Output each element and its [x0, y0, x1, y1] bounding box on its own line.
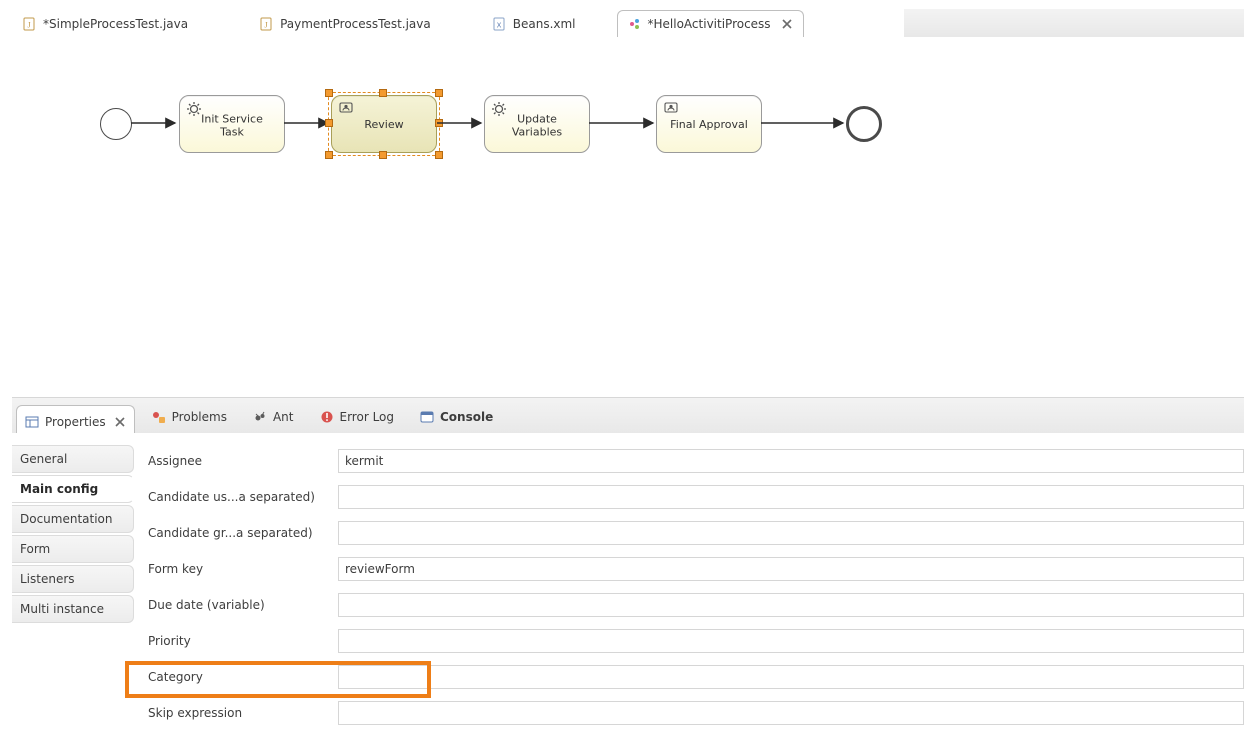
form-row-category: Category [148, 659, 1244, 695]
selection-handle[interactable] [379, 151, 387, 159]
view-tab-console[interactable]: Console [411, 403, 502, 430]
form-row-candidate-users: Candidate us...a separated) [148, 479, 1244, 515]
close-icon[interactable] [114, 416, 126, 428]
side-tab-main-config[interactable]: Main config [12, 475, 134, 503]
selection-handle[interactable] [435, 151, 443, 159]
field-label: Candidate us...a separated) [148, 490, 338, 504]
side-tab-documentation[interactable]: Documentation [12, 505, 134, 533]
side-tab-label: Documentation [20, 512, 113, 526]
user-icon [663, 101, 679, 117]
svg-text:J: J [27, 21, 30, 30]
candidate-groups-input[interactable] [338, 521, 1244, 545]
field-label: Skip expression [148, 706, 338, 720]
selection-handle[interactable] [325, 151, 333, 159]
view-tab-label: Ant [273, 410, 294, 424]
java-file-icon: J [23, 17, 37, 31]
view-tab-errorlog[interactable]: Error Log [311, 403, 404, 430]
view-tab-ant[interactable]: Ant [244, 403, 303, 430]
form-key-input[interactable] [338, 557, 1244, 581]
selection-handle[interactable] [325, 89, 333, 97]
svg-text:X: X [496, 22, 501, 30]
editor-tab-simpleprocesstest[interactable]: J *SimpleProcessTest.java [12, 10, 199, 37]
problems-icon [152, 410, 166, 424]
field-label: Priority [148, 634, 338, 648]
field-label: Form key [148, 562, 338, 576]
field-label: Category [148, 670, 338, 684]
form-row-skip-expression: Skip expression [148, 695, 1244, 731]
editor-tab-label: PaymentProcessTest.java [280, 17, 431, 31]
sequence-flow[interactable] [589, 117, 661, 131]
task-label: Update Variables [485, 112, 589, 138]
task-review[interactable]: Review [331, 95, 437, 153]
errorlog-icon [320, 410, 334, 424]
field-label: Assignee [148, 454, 338, 468]
side-tab-multi-instance[interactable]: Multi instance [12, 595, 134, 623]
candidate-users-input[interactable] [338, 485, 1244, 509]
side-tab-label: Multi instance [20, 602, 104, 616]
editor-tab-helloactiviti[interactable]: *HelloActivitiProcess [617, 10, 804, 37]
svg-text:J: J [265, 21, 268, 30]
form-row-form-key: Form key [148, 551, 1244, 587]
editor-tab-paymentprocesstest[interactable]: J PaymentProcessTest.java [249, 10, 442, 37]
side-tab-form[interactable]: Form [12, 535, 134, 563]
user-icon [338, 101, 354, 117]
close-icon[interactable] [781, 18, 793, 30]
task-label: Review [332, 118, 436, 131]
category-input[interactable] [338, 665, 1244, 689]
task-label: Final Approval [657, 118, 761, 131]
selection-handle[interactable] [379, 89, 387, 97]
side-tab-label: Listeners [20, 572, 75, 586]
form-row-assignee: Assignee [148, 443, 1244, 479]
view-tab-label: Console [440, 410, 493, 424]
java-file-icon: J [260, 17, 274, 31]
view-tab-label: Problems [172, 410, 227, 424]
task-final-approval[interactable]: Final Approval [656, 95, 762, 153]
form-row-due-date: Due date (variable) [148, 587, 1244, 623]
editor-tab-label: *HelloActivitiProcess [648, 17, 771, 31]
side-tab-general[interactable]: General [12, 445, 134, 473]
views-area: Properties Problems Ant Error Log Consol… [12, 397, 1244, 434]
ant-icon [253, 410, 267, 424]
editor-tab-beansxml[interactable]: X Beans.xml [482, 10, 587, 37]
form-row-priority: Priority [148, 623, 1244, 659]
editor-tab-label: Beans.xml [513, 17, 576, 31]
view-tab-label: Properties [45, 415, 106, 429]
view-tab-label: Error Log [340, 410, 395, 424]
view-tab-problems[interactable]: Problems [143, 403, 236, 430]
task-update-variables[interactable]: Update Variables [484, 95, 590, 153]
end-event[interactable] [846, 106, 882, 142]
side-tab-listeners[interactable]: Listeners [12, 565, 134, 593]
xml-file-icon: X [493, 17, 507, 31]
assignee-input[interactable] [338, 449, 1244, 473]
editor-tab-label: *SimpleProcessTest.java [43, 17, 188, 31]
selection-handle[interactable] [325, 119, 333, 127]
selection-handle[interactable] [435, 89, 443, 97]
activiti-file-icon [628, 17, 642, 31]
properties-form: Assignee Candidate us...a separated) Can… [134, 433, 1244, 743]
side-tab-label: Form [20, 542, 50, 556]
sequence-flow[interactable] [437, 117, 489, 131]
views-tabstrip: Properties Problems Ant Error Log Consol… [12, 397, 1244, 434]
tabstrip-overflow [904, 9, 1244, 38]
field-label: Candidate gr...a separated) [148, 526, 338, 540]
sequence-flow[interactable] [131, 117, 183, 131]
side-tab-label: Main config [20, 482, 98, 496]
start-event[interactable] [100, 108, 132, 140]
task-init-service[interactable]: Init Service Task [179, 95, 285, 153]
priority-input[interactable] [338, 629, 1244, 653]
task-label: Init Service Task [180, 112, 284, 138]
field-label: Due date (variable) [148, 598, 338, 612]
properties-side-tabs: General Main config Documentation Form L… [12, 433, 134, 743]
properties-icon [25, 415, 39, 429]
bpmn-canvas[interactable]: Init Service Task Review Update Variable… [12, 37, 1244, 393]
skip-expression-input[interactable] [338, 701, 1244, 725]
due-date-input[interactable] [338, 593, 1244, 617]
form-row-candidate-groups: Candidate gr...a separated) [148, 515, 1244, 551]
console-icon [420, 410, 434, 424]
sequence-flow[interactable] [761, 117, 851, 131]
properties-panel: General Main config Documentation Form L… [12, 433, 1244, 743]
side-tab-label: General [20, 452, 67, 466]
editor-tabstrip: J *SimpleProcessTest.java J PaymentProce… [12, 9, 1244, 38]
